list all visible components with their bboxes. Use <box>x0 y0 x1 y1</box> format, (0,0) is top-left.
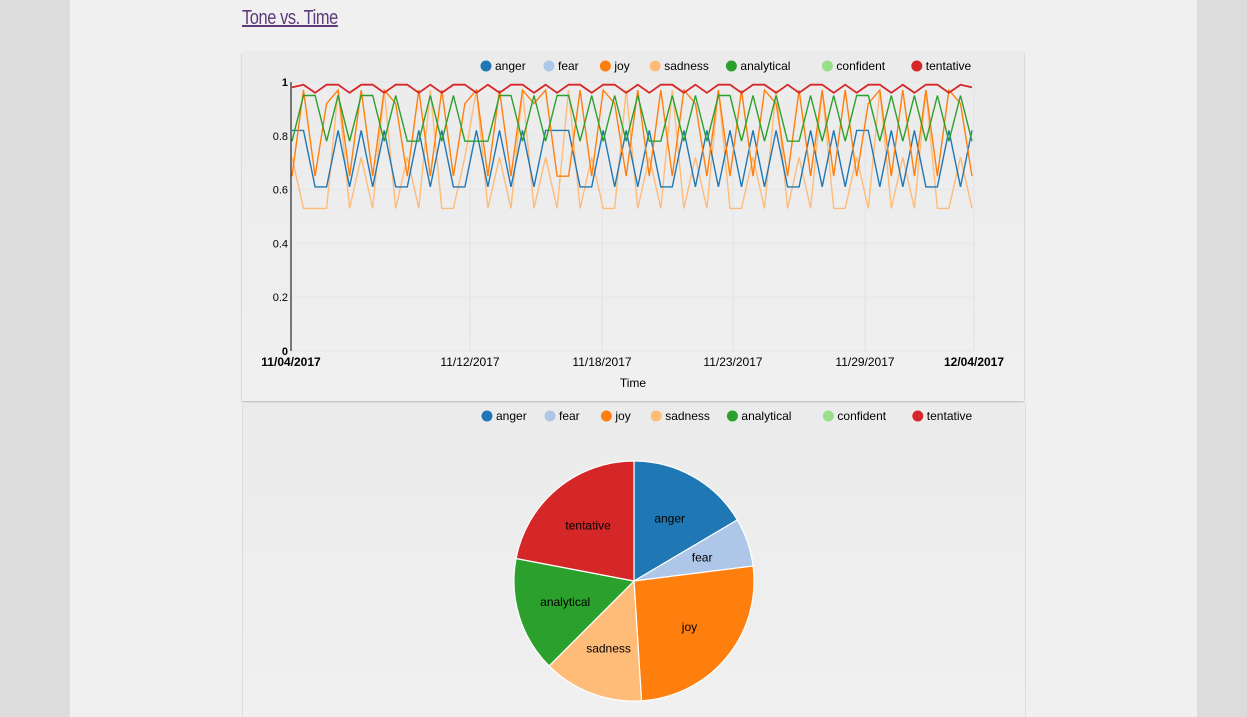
y-tick-label: 0.4 <box>273 238 288 250</box>
line-legend-tentative[interactable]: tentative <box>911 59 971 73</box>
line-legend-anger[interactable]: anger <box>480 59 526 73</box>
legend-label: confident <box>837 409 886 423</box>
x-tick-label: 11/04/2017 <box>261 355 321 369</box>
x-tick-label: 11/12/2017 <box>440 355 499 369</box>
legend-swatch <box>480 60 492 72</box>
pie-legend-tentative[interactable]: tentative <box>912 409 972 423</box>
series-line-tentative <box>291 83 973 94</box>
pie-legend-analytical[interactable]: analytical <box>726 409 792 423</box>
legend-label: fear <box>559 409 580 423</box>
page-title[interactable]: Tone vs. Time <box>242 7 338 30</box>
line-legend-confident[interactable]: confident <box>821 59 886 73</box>
line-chart-panel: anger fear joy sadness analytical confident te… <box>242 52 1024 401</box>
line-legend-sadness[interactable]: sadness <box>649 59 709 73</box>
legend-label: analytical <box>740 59 790 73</box>
legend-swatch <box>912 410 924 422</box>
legend-swatch <box>726 410 738 422</box>
legend-swatch <box>911 60 923 72</box>
legend-swatch <box>821 60 833 72</box>
series-line-anger <box>292 129 973 188</box>
pie-label-analytical: analytical <box>540 595 590 609</box>
pie-label-fear: fear <box>692 551 713 565</box>
y-tick-label: 1 <box>282 77 288 89</box>
line-legend-analytical[interactable]: analytical <box>725 59 791 73</box>
legend-label: sadness <box>665 409 710 423</box>
line-legend-joy[interactable]: joy <box>599 59 630 73</box>
pie-legend-confident[interactable]: confident <box>822 409 887 423</box>
legend-swatch <box>599 60 611 72</box>
x-tick-label: 12/04/2017 <box>944 355 1004 369</box>
legend-label: anger <box>495 59 526 73</box>
legend-label: fear <box>558 59 579 73</box>
legend-label: joy <box>614 409 630 423</box>
pie-label-joy: joy <box>681 620 697 634</box>
x-tick-label: 11/18/2017 <box>572 355 631 369</box>
pie-label-tentative: tentative <box>565 519 611 533</box>
series-line-sadness <box>291 89 973 210</box>
y-tick-label: 0.8 <box>273 131 288 143</box>
legend-swatch <box>600 410 612 422</box>
pie-label-sadness: sadness <box>586 641 631 655</box>
pie-chart: anger fear joy sadness analytical confident te… <box>481 409 972 702</box>
legend-swatch <box>822 410 834 422</box>
legend-label: sadness <box>664 59 709 73</box>
legend-swatch <box>481 410 493 422</box>
pie-label-anger: anger <box>654 511 685 525</box>
legend-swatch <box>725 60 737 72</box>
legend-label: analytical <box>741 409 791 423</box>
legend-label: tentative <box>927 409 973 423</box>
pie-chart-panel: anger fear joy sadness analytical confident te… <box>242 404 1026 717</box>
legend-label: confident <box>836 59 885 73</box>
y-tick-label: 0.6 <box>273 185 288 197</box>
line-chart: anger fear joy sadness analytical confident te… <box>261 59 1004 390</box>
legend-label: tentative <box>926 59 972 73</box>
legend-swatch <box>544 410 556 422</box>
legend-swatch <box>649 60 661 72</box>
legend-label: joy <box>613 59 629 73</box>
pie-legend-anger[interactable]: anger <box>481 409 527 423</box>
x-tick-label: 11/29/2017 <box>835 355 894 369</box>
legend-swatch <box>650 410 662 422</box>
line-legend-fear[interactable]: fear <box>543 59 579 73</box>
pie-legend-joy[interactable]: joy <box>600 409 631 423</box>
pie-legend-sadness[interactable]: sadness <box>650 409 710 423</box>
legend-swatch <box>543 60 555 72</box>
legend-label: anger <box>496 409 527 423</box>
x-axis-label: Time <box>620 376 647 390</box>
pie-legend-fear[interactable]: fear <box>544 409 580 423</box>
x-tick-label: 11/23/2017 <box>703 355 762 369</box>
y-tick-label: 0.2 <box>273 292 288 304</box>
